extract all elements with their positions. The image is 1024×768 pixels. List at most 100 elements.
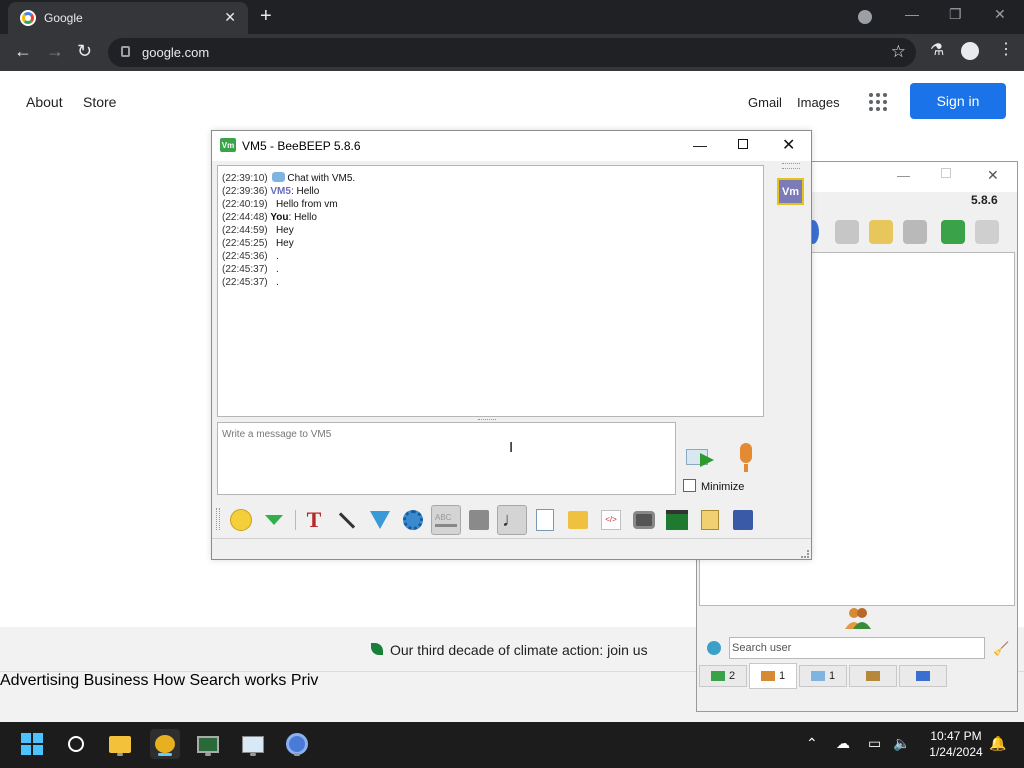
emoticon-button[interactable]	[226, 505, 256, 535]
send-message-button[interactable]	[684, 445, 718, 471]
reload-button[interactable]: ↻	[77, 41, 92, 62]
gmail-link[interactable]: Gmail	[748, 95, 782, 110]
back-button[interactable]: ←	[14, 41, 32, 62]
taskbar-search-button[interactable]	[61, 729, 91, 759]
emoticon-menu-button[interactable]	[259, 505, 289, 535]
clear-search-icon[interactable]: 🧹	[993, 641, 1009, 657]
save-button[interactable]	[728, 505, 758, 535]
microphone-icon	[740, 443, 752, 463]
chat-maximize-button[interactable]	[738, 139, 748, 149]
filter-button[interactable]	[365, 505, 395, 535]
font-icon: T	[306, 507, 322, 532]
taskbar-file-explorer[interactable]	[105, 729, 135, 759]
browser-menu-icon[interactable]: ⋮	[998, 39, 1016, 58]
word-completion-button[interactable]	[464, 505, 494, 535]
screenshot-button[interactable]	[629, 505, 659, 535]
spellcheck-icon: ABC	[435, 513, 457, 527]
address-bar[interactable]: google.com ☆	[108, 38, 916, 67]
tab-files[interactable]	[899, 665, 947, 687]
green-down-arrow-icon	[265, 515, 283, 525]
window-restore-button[interactable]: ❐	[949, 6, 962, 23]
beebeep-main-maximize-button[interactable]	[941, 168, 951, 178]
beebeep-main-minimize-button[interactable]: —	[897, 168, 910, 183]
search-user-input[interactable]: Search user	[729, 637, 985, 659]
taskbar-terminal[interactable]	[193, 729, 223, 759]
new-tab-button[interactable]: +	[260, 5, 272, 28]
message-text: Hey	[275, 238, 294, 249]
trash-icon[interactable]	[975, 220, 999, 244]
taskbar-chrome[interactable]	[282, 729, 312, 759]
voice-message-button[interactable]	[738, 443, 754, 473]
vm5-user-avatar[interactable]: Vm	[777, 178, 804, 205]
chat-close-button[interactable]: ✕	[782, 135, 795, 155]
filter-icon	[370, 511, 390, 529]
send-file-button[interactable]	[563, 505, 593, 535]
google-apps-icon[interactable]	[869, 93, 887, 111]
font-button[interactable]: T	[299, 505, 329, 535]
onedrive-cloud-icon[interactable]: ☁	[836, 735, 850, 752]
font-color-button[interactable]	[332, 505, 362, 535]
window-close-button[interactable]: ✕	[994, 6, 1006, 23]
how-search-works-link[interactable]: How Search works	[153, 672, 286, 689]
profile-avatar-icon[interactable]	[961, 42, 979, 60]
mailbox-icon[interactable]	[835, 220, 859, 244]
spellcheck-button[interactable]: ABC	[431, 505, 461, 535]
chat-minimize-button[interactable]: —	[693, 137, 707, 153]
show-hidden-icons-button[interactable]: ⌃	[806, 735, 818, 752]
edit-pencil-icon[interactable]	[869, 220, 893, 244]
url-text[interactable]: google.com	[142, 45, 209, 60]
panel-grip[interactable]	[782, 163, 800, 169]
images-link[interactable]: Images	[797, 95, 840, 110]
bookmark-star-icon[interactable]: ☆	[891, 42, 906, 62]
chat-message-area[interactable]: (22:39:10) Chat with VM5. (22:39:36) VM5…	[217, 165, 764, 417]
sign-in-button[interactable]: Sign in	[910, 83, 1006, 119]
resize-grip[interactable]	[801, 550, 809, 558]
sound-button[interactable]: ♩	[497, 505, 527, 535]
notification-bell-icon[interactable]: 🔔	[989, 735, 1006, 752]
music-note-icon: ♩	[502, 508, 522, 531]
tab-groups[interactable]: 1	[799, 665, 847, 687]
about-link[interactable]: About	[26, 94, 63, 110]
shared-board-button[interactable]	[662, 505, 692, 535]
users-tab-icon	[760, 671, 775, 681]
html-code-button[interactable]: </>	[596, 505, 626, 535]
start-button[interactable]	[17, 729, 47, 759]
tools-icon[interactable]	[903, 220, 927, 244]
taskbar-clock[interactable]: 10:47 PM 1/24/2024	[924, 728, 988, 760]
windows-logo-icon	[21, 733, 43, 755]
tab-users[interactable]: 1	[749, 663, 797, 689]
lock-icon[interactable]	[121, 46, 130, 57]
taskbar-beebeep[interactable]	[150, 729, 180, 759]
chat-titlebar: Vm VM5 - BeeBEEP 5.8.6 — ✕	[212, 131, 811, 161]
network-icon[interactable]: ▭	[868, 735, 881, 752]
save-chat-button[interactable]	[530, 505, 560, 535]
privacy-link[interactable]: Priv	[291, 672, 319, 689]
notes-button[interactable]	[695, 505, 725, 535]
toolbar-grip[interactable]	[216, 508, 220, 530]
settings-button[interactable]	[398, 505, 428, 535]
taskbar-resource-monitor[interactable]	[238, 729, 268, 759]
tab-search-icon[interactable]	[858, 10, 872, 24]
window-minimize-button[interactable]: —	[905, 6, 919, 22]
forward-button[interactable]: →	[46, 41, 64, 62]
advertising-link[interactable]: Advertising	[0, 672, 79, 689]
minimize-checkbox[interactable]	[683, 479, 696, 492]
store-link[interactable]: Store	[83, 94, 116, 110]
gear-icon	[403, 510, 423, 530]
message-time: (22:44:48)	[222, 212, 268, 223]
dictionary-icon	[469, 510, 489, 530]
business-link[interactable]: Business	[84, 672, 149, 689]
close-tab-icon[interactable]: ✕	[224, 9, 236, 26]
groups-icon	[810, 671, 825, 681]
beebeep-main-close-button[interactable]: ✕	[987, 167, 999, 184]
labs-flask-icon[interactable]: ⚗	[930, 40, 948, 59]
volume-muted-icon[interactable]: 🔈	[893, 735, 910, 752]
tab-network[interactable]	[849, 665, 897, 687]
update-icon[interactable]	[941, 220, 965, 244]
tab-chats[interactable]: 2	[699, 665, 747, 687]
climate-link[interactable]: Our third decade of climate action: join…	[390, 642, 648, 658]
message-compose-input[interactable]: Write a message to VM5	[217, 422, 676, 495]
browser-tab-google[interactable]: Google ✕	[8, 2, 248, 34]
running-indicator	[250, 753, 256, 756]
beebeep-main-toolbar	[807, 218, 1017, 248]
